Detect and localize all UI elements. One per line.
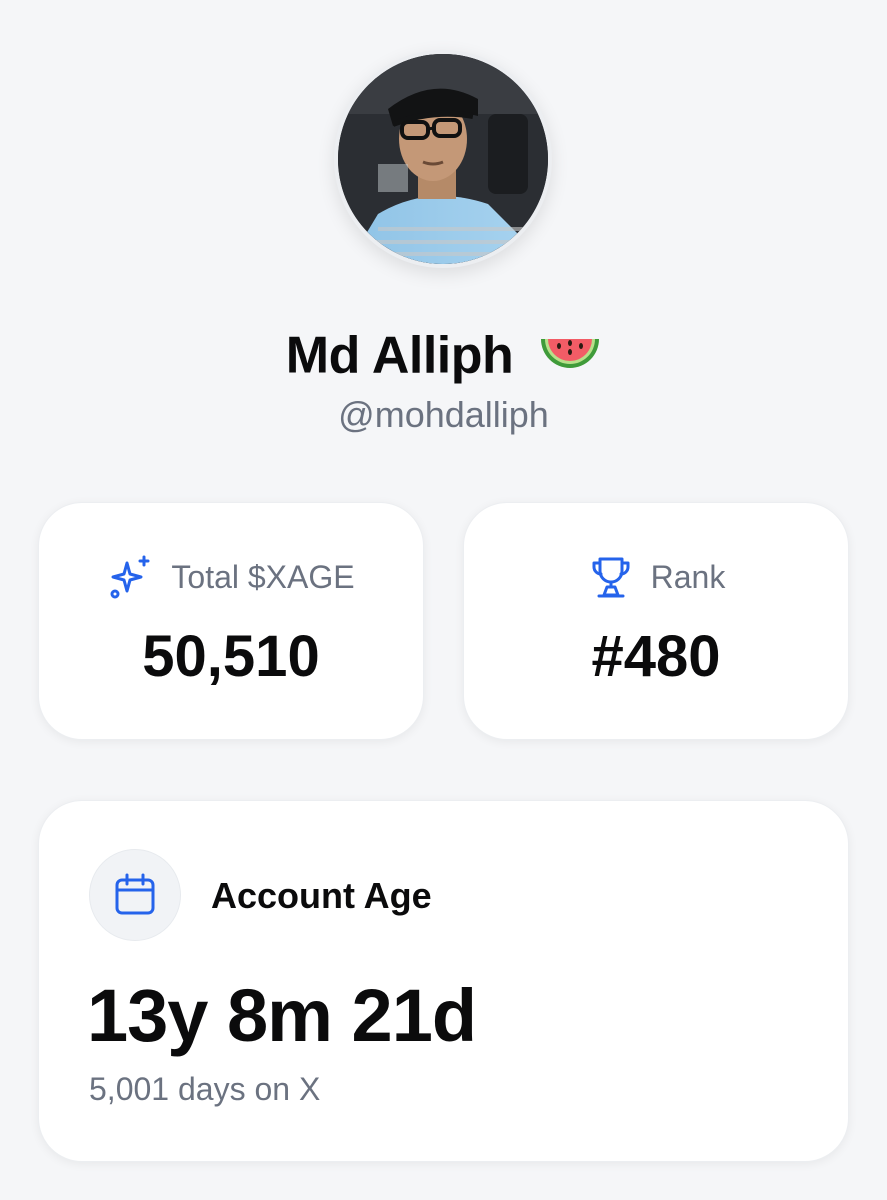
- rank-label: Rank: [650, 558, 726, 595]
- account-age-value: 13y 8m 21d: [87, 974, 477, 1057]
- trophy-icon: [592, 557, 630, 598]
- rank-card: Rank #480: [463, 502, 849, 740]
- total-xage-header: Total $XAGE: [39, 553, 423, 601]
- total-xage-label: Total $XAGE: [171, 558, 355, 595]
- calendar-icon: [115, 873, 155, 915]
- display-name-text: Md Alliph: [285, 326, 514, 385]
- total-xage-card: Total $XAGE 50,510: [38, 502, 424, 740]
- calendar-icon-badge: [89, 849, 181, 941]
- avatar-image: [338, 54, 548, 264]
- total-xage-value: 50,510: [142, 624, 320, 689]
- account-age-days: 5,001 days on X: [89, 1071, 321, 1107]
- watermelon-icon: [541, 339, 600, 369]
- account-age-card: Account Age 13y 8m 21d 5,001 days on X: [38, 800, 849, 1162]
- avatar[interactable]: [334, 50, 552, 268]
- profile-page: Md Alliph @mohdalliph Total $XAGE 50,510: [0, 0, 887, 1200]
- account-age-title: Account Age: [211, 875, 432, 916]
- rank-header: Rank: [464, 553, 848, 601]
- sparkles-icon: [110, 555, 150, 599]
- display-name: Md Alliph: [0, 322, 887, 385]
- rank-value: #480: [591, 624, 721, 689]
- user-handle: @mohdalliph: [338, 394, 549, 435]
